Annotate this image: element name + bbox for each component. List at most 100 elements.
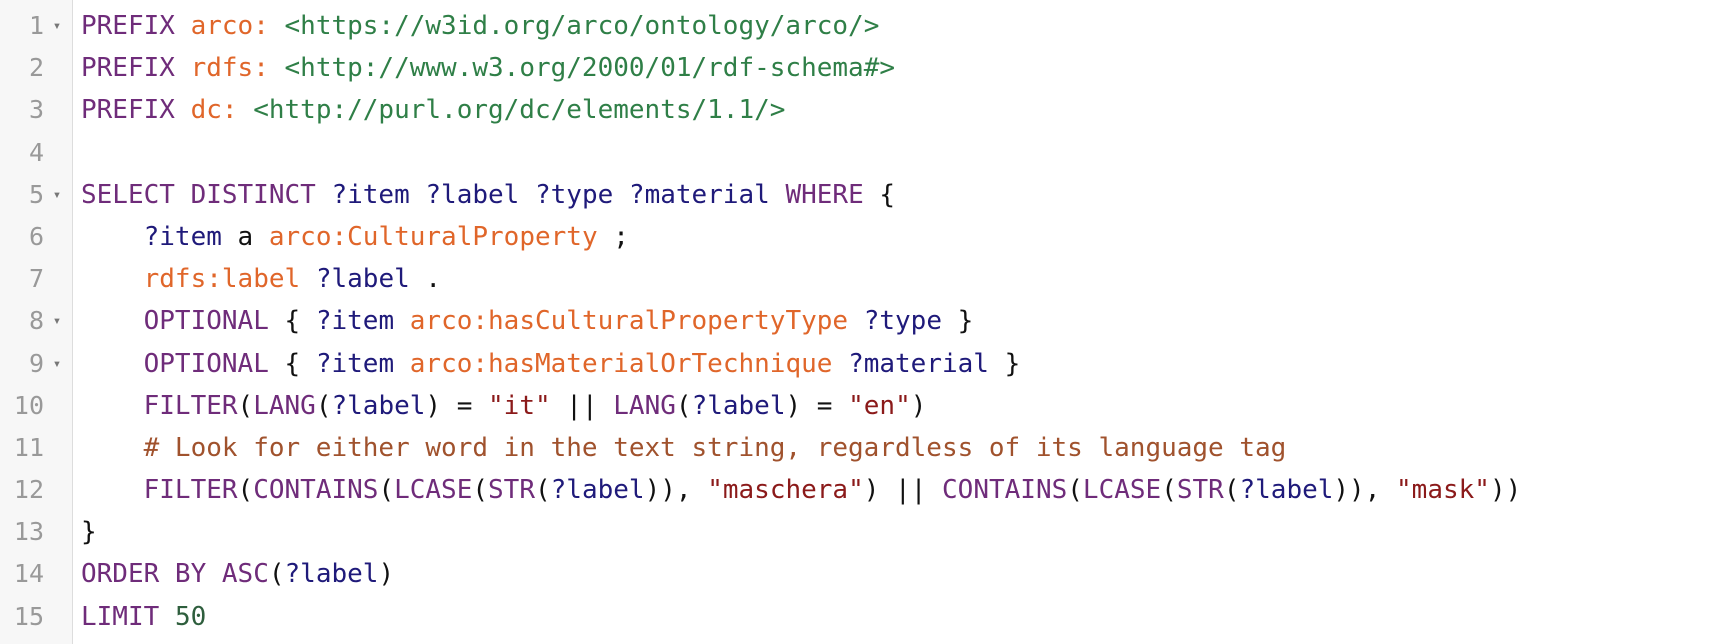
punctuation-token <box>175 95 191 125</box>
code-area[interactable]: 1 ▾ PREFIX arco: <https://w3id.org/arco/on… <box>0 5 1718 638</box>
punctuation-token: } <box>942 306 974 337</box>
punctuation-token: ( <box>472 475 489 506</box>
punctuation-token: { <box>268 306 316 337</box>
punctuation-token: ) <box>910 390 927 421</box>
iri-token: <http://www.w3.org/2000/01/rdf-schema#> <box>284 53 895 84</box>
function-token: FILTER <box>143 475 238 506</box>
line-content: LIMIT 50 <box>81 596 206 638</box>
code-editor[interactable]: 1 ▾ PREFIX arco: <https://w3id.org/arco/on… <box>0 0 1718 644</box>
line-number: 2 <box>28 53 44 83</box>
variable-token: ?type <box>863 306 942 337</box>
fold-toggle-icon[interactable]: ▾ <box>50 343 64 385</box>
code-line[interactable]: 13} <box>0 511 1718 553</box>
punctuation-token: )) <box>1489 475 1522 506</box>
punctuation-token: ) = <box>425 390 489 421</box>
prefixed-name-token: arco:hasMaterialOrTechnique <box>409 348 833 379</box>
variable-token: ?item <box>315 348 395 379</box>
punctuation-token <box>848 306 864 336</box>
punctuation-token <box>81 264 144 294</box>
variable-token: ?type <box>534 179 614 210</box>
function-token: STR <box>1176 475 1224 506</box>
line-number: 11 <box>13 432 44 462</box>
code-line[interactable]: 11 # Look for either word in the text st… <box>0 427 1718 469</box>
iri-token: <https://w3id.org/arco/ontology/arco/> <box>284 11 880 41</box>
function-token: CONTAINS <box>253 475 379 506</box>
punctuation-token <box>238 95 254 125</box>
line-content: PREFIX dc: <http://purl.org/dc/elements/… <box>81 89 785 131</box>
keyword-token: WHERE <box>785 179 864 210</box>
punctuation-token: || <box>550 390 614 421</box>
code-line[interactable]: 3 PREFIX dc: <http://purl.org/dc/elements… <box>0 89 1718 131</box>
fold-toggle-icon[interactable]: ▾ <box>50 300 64 342</box>
punctuation-token <box>770 180 786 210</box>
line-content: # Look for either word in the text strin… <box>81 427 1287 469</box>
punctuation-token <box>159 602 175 632</box>
keyword-token: LIMIT <box>81 601 160 632</box>
punctuation-token: ( <box>315 390 332 421</box>
function-token: LANG <box>613 390 676 421</box>
variable-token: ?material <box>628 179 770 210</box>
code-line[interactable]: 12 FILTER(CONTAINS(LCASE(STR(?label)), "… <box>0 469 1718 511</box>
iri-token: <http://purl.org/dc/elements/1.1/> <box>253 95 786 126</box>
keyword-token: PREFIX <box>81 11 175 41</box>
punctuation-token: ) = <box>785 390 849 421</box>
line-number: 3 <box>28 95 44 125</box>
line-number: 9 <box>28 348 44 378</box>
line-number: 7 <box>28 264 44 294</box>
punctuation-token <box>316 180 332 210</box>
line-content: FILTER(CONTAINS(LCASE(STR(?label)), "mas… <box>81 469 1522 511</box>
punctuation-token <box>206 559 222 589</box>
keyword-token: SELECT DISTINCT <box>81 179 316 210</box>
line-number: 4 <box>28 137 44 167</box>
function-token: LCASE <box>394 475 473 506</box>
punctuation-token: } <box>81 517 97 548</box>
fold-toggle-icon[interactable]: ▾ <box>50 5 64 47</box>
variable-token: ?label <box>284 559 379 590</box>
fold-toggle-icon[interactable]: ▾ <box>50 174 64 216</box>
punctuation-token: ( <box>1223 475 1240 506</box>
line-number: 1 <box>28 11 44 40</box>
line-number: 13 <box>13 517 44 547</box>
function-token: LANG <box>253 390 316 421</box>
punctuation-token: )), <box>1333 475 1397 506</box>
punctuation-token <box>175 11 191 41</box>
code-line[interactable]: 8 ▾ OPTIONAL { ?item arco:hasCulturalProp… <box>0 300 1718 342</box>
punctuation-token <box>300 264 316 294</box>
line-content: ORDER BY ASC(?label) <box>81 553 394 595</box>
keyword-token: PREFIX <box>81 53 175 84</box>
code-line[interactable]: 14 ORDER BY ASC(?label) <box>0 553 1718 595</box>
line-number: 10 <box>13 390 44 420</box>
line-number: 15 <box>13 601 44 631</box>
punctuation-token: ; <box>597 221 629 252</box>
line-number: 12 <box>13 475 44 505</box>
prefixed-name-token: rdfs:label <box>143 264 301 295</box>
prefixed-name-token: arco:hasCulturalPropertyType <box>409 306 849 337</box>
code-line[interactable]: 2 PREFIX rdfs: <http://www.w3.org/2000/01… <box>0 47 1718 89</box>
string-token: "maschera" <box>707 475 864 506</box>
punctuation-token: ( <box>378 475 395 506</box>
punctuation-token <box>81 222 144 252</box>
code-line[interactable]: 15 LIMIT 50 <box>0 596 1718 638</box>
variable-token: ?label <box>331 390 426 421</box>
punctuation-token <box>269 53 285 83</box>
variable-token: ?label <box>315 264 410 295</box>
line-content: PREFIX arco: <https://w3id.org/arco/onto… <box>81 5 879 47</box>
punctuation-token <box>81 391 144 421</box>
line-content: OPTIONAL { ?item arco:hasCulturalPropert… <box>81 300 974 342</box>
keyword-token: ORDER BY <box>81 559 207 590</box>
code-line[interactable]: 1 ▾ PREFIX arco: <https://w3id.org/arco/on… <box>0 5 1718 47</box>
code-line[interactable]: 6 ?item a arco:CulturalProperty ; <box>0 216 1718 258</box>
code-line[interactable]: 7 rdfs:label ?label . <box>0 258 1718 300</box>
line-content: rdfs:label ?label . <box>81 258 441 300</box>
punctuation-token: a <box>221 221 269 252</box>
variable-token: ?item <box>315 306 395 337</box>
code-line[interactable]: 10 FILTER(LANG(?label) = "it" || LANG(?l… <box>0 385 1718 427</box>
line-content: FILTER(LANG(?label) = "it" || LANG(?labe… <box>81 385 927 427</box>
code-line[interactable]: 4 <box>0 132 1718 174</box>
punctuation-token <box>269 11 285 41</box>
prefixed-name-token: arco:CulturalProperty <box>268 221 598 252</box>
code-line[interactable]: 9 ▾ OPTIONAL { ?item arco:hasMaterialOrTe… <box>0 343 1718 385</box>
punctuation-token: ( <box>675 390 692 421</box>
code-line[interactable]: 5 ▾ SELECT DISTINCT ?item ?label ?type ?ma… <box>0 174 1718 216</box>
line-content: OPTIONAL { ?item arco:hasMaterialOrTechn… <box>81 343 1021 385</box>
